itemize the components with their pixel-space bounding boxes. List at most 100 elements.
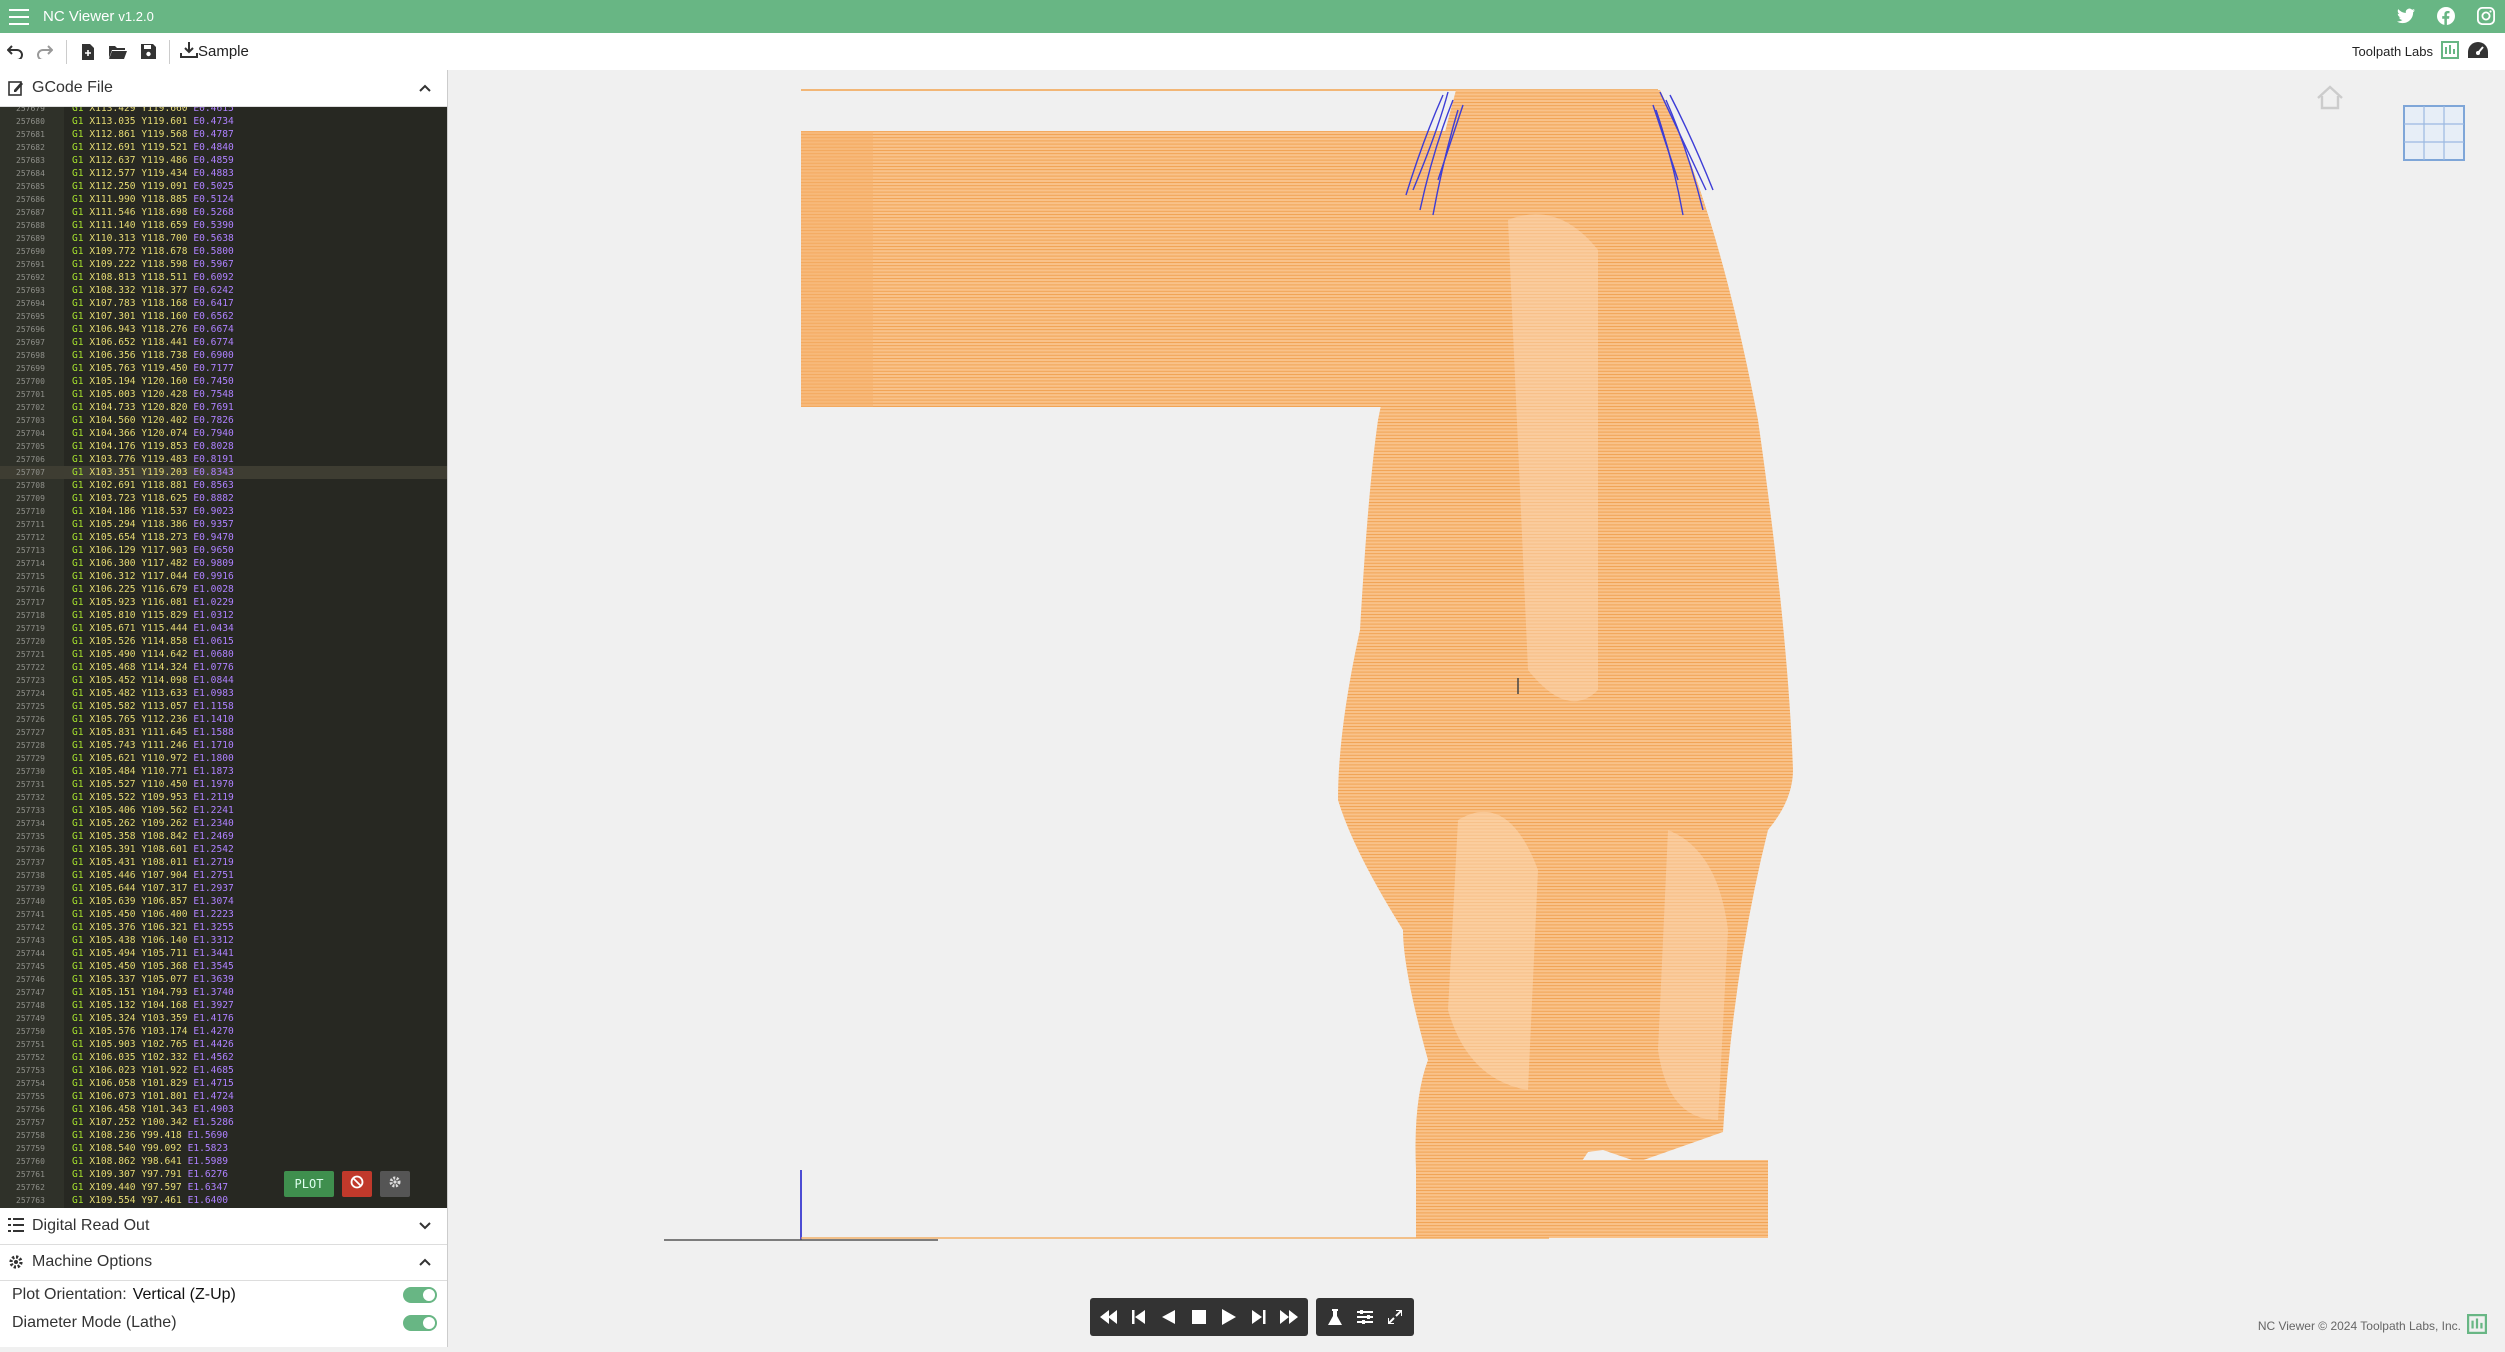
code-line[interactable]: 257684 G1 X112.577 Y119.434 E0.4883 xyxy=(0,167,447,180)
flask-icon[interactable] xyxy=(1322,1304,1348,1330)
facebook-icon[interactable] xyxy=(2435,5,2457,27)
play-icon[interactable] xyxy=(1216,1304,1242,1330)
3d-viewport[interactable]: NC Viewer © 2024 Toolpath Labs, Inc. xyxy=(448,70,2505,1347)
machine-options-header[interactable]: Machine Options xyxy=(0,1244,447,1281)
code-line[interactable]: 257692 G1 X108.813 Y118.511 E0.6092 xyxy=(0,271,447,284)
code-line[interactable]: 257701 G1 X105.003 Y120.428 E0.7548 xyxy=(0,388,447,401)
code-line[interactable]: 257712 G1 X105.654 Y118.273 E0.9470 xyxy=(0,531,447,544)
expand-icon[interactable] xyxy=(1382,1304,1408,1330)
code-line[interactable]: 257686 G1 X111.990 Y118.885 E0.5124 xyxy=(0,193,447,206)
code-line[interactable]: 257714 G1 X106.300 Y117.482 E0.9809 xyxy=(0,557,447,570)
code-line[interactable]: 257700 G1 X105.194 Y120.160 E0.7450 xyxy=(0,375,447,388)
code-line[interactable]: 257689 G1 X110.313 Y118.700 E0.5638 xyxy=(0,232,447,245)
code-line[interactable]: 257691 G1 X109.222 Y118.598 E0.5967 xyxy=(0,258,447,271)
code-line[interactable]: 257687 G1 X111.546 Y118.698 E0.5268 xyxy=(0,206,447,219)
code-line[interactable]: 257703 G1 X104.560 Y120.402 E0.7826 xyxy=(0,414,447,427)
code-line[interactable]: 257758 G1 X108.236 Y99.418 E1.5690 xyxy=(0,1129,447,1142)
code-line[interactable]: 257683 G1 X112.637 Y119.486 E0.4859 xyxy=(0,154,447,167)
open-folder-icon[interactable] xyxy=(103,37,133,67)
save-icon[interactable] xyxy=(133,37,163,67)
code-line[interactable]: 257727 G1 X105.831 Y111.645 E1.1588 xyxy=(0,726,447,739)
code-line[interactable]: 257685 G1 X112.250 Y119.091 E0.5025 xyxy=(0,180,447,193)
code-line[interactable]: 257717 G1 X105.923 Y116.081 E1.0229 xyxy=(0,596,447,609)
code-line[interactable]: 257708 G1 X102.691 Y118.881 E0.8563 xyxy=(0,479,447,492)
code-line[interactable]: 257696 G1 X106.943 Y118.276 E0.6674 xyxy=(0,323,447,336)
code-line[interactable]: 257732 G1 X105.522 Y109.953 E1.2119 xyxy=(0,791,447,804)
code-line[interactable]: 257709 G1 X103.723 Y118.625 E0.8882 xyxy=(0,492,447,505)
code-line[interactable]: 257729 G1 X105.621 Y110.972 E1.1800 xyxy=(0,752,447,765)
undo-icon[interactable] xyxy=(0,37,30,67)
code-line[interactable]: 257748 G1 X105.132 Y104.168 E1.3927 xyxy=(0,999,447,1012)
code-line[interactable]: 257702 G1 X104.733 Y120.820 E0.7691 xyxy=(0,401,447,414)
brand-link[interactable]: Toolpath Labs xyxy=(2352,33,2489,70)
code-line[interactable]: 257735 G1 X105.358 Y108.842 E1.2469 xyxy=(0,830,447,843)
code-line[interactable]: 257760 G1 X108.862 Y98.641 E1.5989 xyxy=(0,1155,447,1168)
code-line[interactable]: 257704 G1 X104.366 Y120.074 E0.7940 xyxy=(0,427,447,440)
code-line[interactable]: 257746 G1 X105.337 Y105.077 E1.3639 xyxy=(0,973,447,986)
diameter-mode-toggle[interactable] xyxy=(403,1315,437,1331)
skip-to-end-icon[interactable] xyxy=(1276,1304,1302,1330)
code-line[interactable]: 257740 G1 X105.639 Y106.857 E1.3074 xyxy=(0,895,447,908)
chevron-up-icon[interactable] xyxy=(417,80,433,96)
code-line[interactable]: 257747 G1 X105.151 Y104.793 E1.3740 xyxy=(0,986,447,999)
chevron-up-icon[interactable] xyxy=(417,1254,433,1270)
code-line[interactable]: 257728 G1 X105.743 Y111.246 E1.1710 xyxy=(0,739,447,752)
twitter-icon[interactable] xyxy=(2395,5,2417,27)
code-line[interactable]: 257715 G1 X106.312 Y117.044 E0.9916 xyxy=(0,570,447,583)
code-line[interactable]: 257716 G1 X106.225 Y116.679 E1.0028 xyxy=(0,583,447,596)
code-line[interactable]: 257720 G1 X105.526 Y114.858 E1.0615 xyxy=(0,635,447,648)
code-line[interactable]: 257753 G1 X106.023 Y101.922 E1.4685 xyxy=(0,1064,447,1077)
code-line[interactable]: 257733 G1 X105.406 Y109.562 E1.2241 xyxy=(0,804,447,817)
code-line[interactable]: 257739 G1 X105.644 Y107.317 E1.2937 xyxy=(0,882,447,895)
code-line[interactable]: 257706 G1 X103.776 Y119.483 E0.8191 xyxy=(0,453,447,466)
new-file-icon[interactable] xyxy=(73,37,103,67)
code-line[interactable]: 257711 G1 X105.294 Y118.386 E0.9357 xyxy=(0,518,447,531)
code-line[interactable]: 257719 G1 X105.671 Y115.444 E1.0434 xyxy=(0,622,447,635)
code-line[interactable]: 257736 G1 X105.391 Y108.601 E1.2542 xyxy=(0,843,447,856)
code-line[interactable]: 257722 G1 X105.468 Y114.324 E1.0776 xyxy=(0,661,447,674)
code-line[interactable]: 257698 G1 X106.356 Y118.738 E0.6900 xyxy=(0,349,447,362)
code-line[interactable]: 257713 G1 X106.129 Y117.903 E0.9650 xyxy=(0,544,447,557)
code-line[interactable]: 257754 G1 X106.058 Y101.829 E1.4715 xyxy=(0,1077,447,1090)
hamburger-menu-icon[interactable] xyxy=(9,8,29,25)
gcode-editor[interactable]: 257679 G1 X113.429 Y119.660 E0.4615 257680… xyxy=(0,107,447,1208)
code-line[interactable]: 257725 G1 X105.582 Y113.057 E1.1158 xyxy=(0,700,447,713)
code-line[interactable]: 257734 G1 X105.262 Y109.262 E1.2340 xyxy=(0,817,447,830)
code-line[interactable]: 257721 G1 X105.490 Y114.642 E1.0680 xyxy=(0,648,447,661)
code-line[interactable]: 257681 G1 X112.861 Y119.568 E0.4787 xyxy=(0,128,447,141)
stop-button[interactable] xyxy=(342,1171,372,1197)
gcode-file-header[interactable]: GCode File xyxy=(0,70,447,107)
editor-settings-button[interactable] xyxy=(380,1171,410,1197)
view-cube[interactable] xyxy=(2403,105,2465,161)
code-line[interactable]: 257723 G1 X105.452 Y114.098 E1.0844 xyxy=(0,674,447,687)
code-line[interactable]: 257710 G1 X104.186 Y118.537 E0.9023 xyxy=(0,505,447,518)
stop-icon[interactable] xyxy=(1186,1304,1212,1330)
code-line[interactable]: 257756 G1 X106.458 Y101.343 E1.4903 xyxy=(0,1103,447,1116)
step-forward-icon[interactable] xyxy=(1246,1304,1272,1330)
code-line[interactable]: 257707 G1 X103.351 Y119.203 E0.8343 xyxy=(0,466,447,479)
code-line[interactable]: 257749 G1 X105.324 Y103.359 E1.4176 xyxy=(0,1012,447,1025)
code-line[interactable]: 257757 G1 X107.252 Y100.342 E1.5286 xyxy=(0,1116,447,1129)
code-line[interactable]: 257688 G1 X111.140 Y118.659 E0.5390 xyxy=(0,219,447,232)
code-line[interactable]: 257694 G1 X107.783 Y118.168 E0.6417 xyxy=(0,297,447,310)
code-line[interactable]: 257695 G1 X107.301 Y118.160 E0.6562 xyxy=(0,310,447,323)
plot-button[interactable]: PLOT xyxy=(284,1171,334,1197)
code-line[interactable]: 257679 G1 X113.429 Y119.660 E0.4615 xyxy=(0,107,447,115)
plot-orientation-toggle[interactable] xyxy=(403,1287,437,1303)
redo-icon[interactable] xyxy=(30,37,60,67)
code-line[interactable]: 257738 G1 X105.446 Y107.904 E1.2751 xyxy=(0,869,447,882)
instagram-icon[interactable] xyxy=(2475,5,2497,27)
chevron-down-icon[interactable] xyxy=(417,1218,433,1234)
code-line[interactable]: 257730 G1 X105.484 Y110.771 E1.1873 xyxy=(0,765,447,778)
code-line[interactable]: 257744 G1 X105.494 Y105.711 E1.3441 xyxy=(0,947,447,960)
dashboard-gauge-icon[interactable] xyxy=(2467,41,2489,62)
code-line[interactable]: 257697 G1 X106.652 Y118.441 E0.6774 xyxy=(0,336,447,349)
code-line[interactable]: 257731 G1 X105.527 Y110.450 E1.1970 xyxy=(0,778,447,791)
code-line[interactable]: 257745 G1 X105.450 Y105.368 E1.3545 xyxy=(0,960,447,973)
code-line[interactable]: 257724 G1 X105.482 Y113.633 E1.0983 xyxy=(0,687,447,700)
code-line[interactable]: 257759 G1 X108.540 Y99.092 E1.5823 xyxy=(0,1142,447,1155)
sliders-icon[interactable] xyxy=(1352,1304,1378,1330)
code-line[interactable]: 257752 G1 X106.035 Y102.332 E1.4562 xyxy=(0,1051,447,1064)
code-line[interactable]: 257750 G1 X105.576 Y103.174 E1.4270 xyxy=(0,1025,447,1038)
code-line[interactable]: 257690 G1 X109.772 Y118.678 E0.5800 xyxy=(0,245,447,258)
